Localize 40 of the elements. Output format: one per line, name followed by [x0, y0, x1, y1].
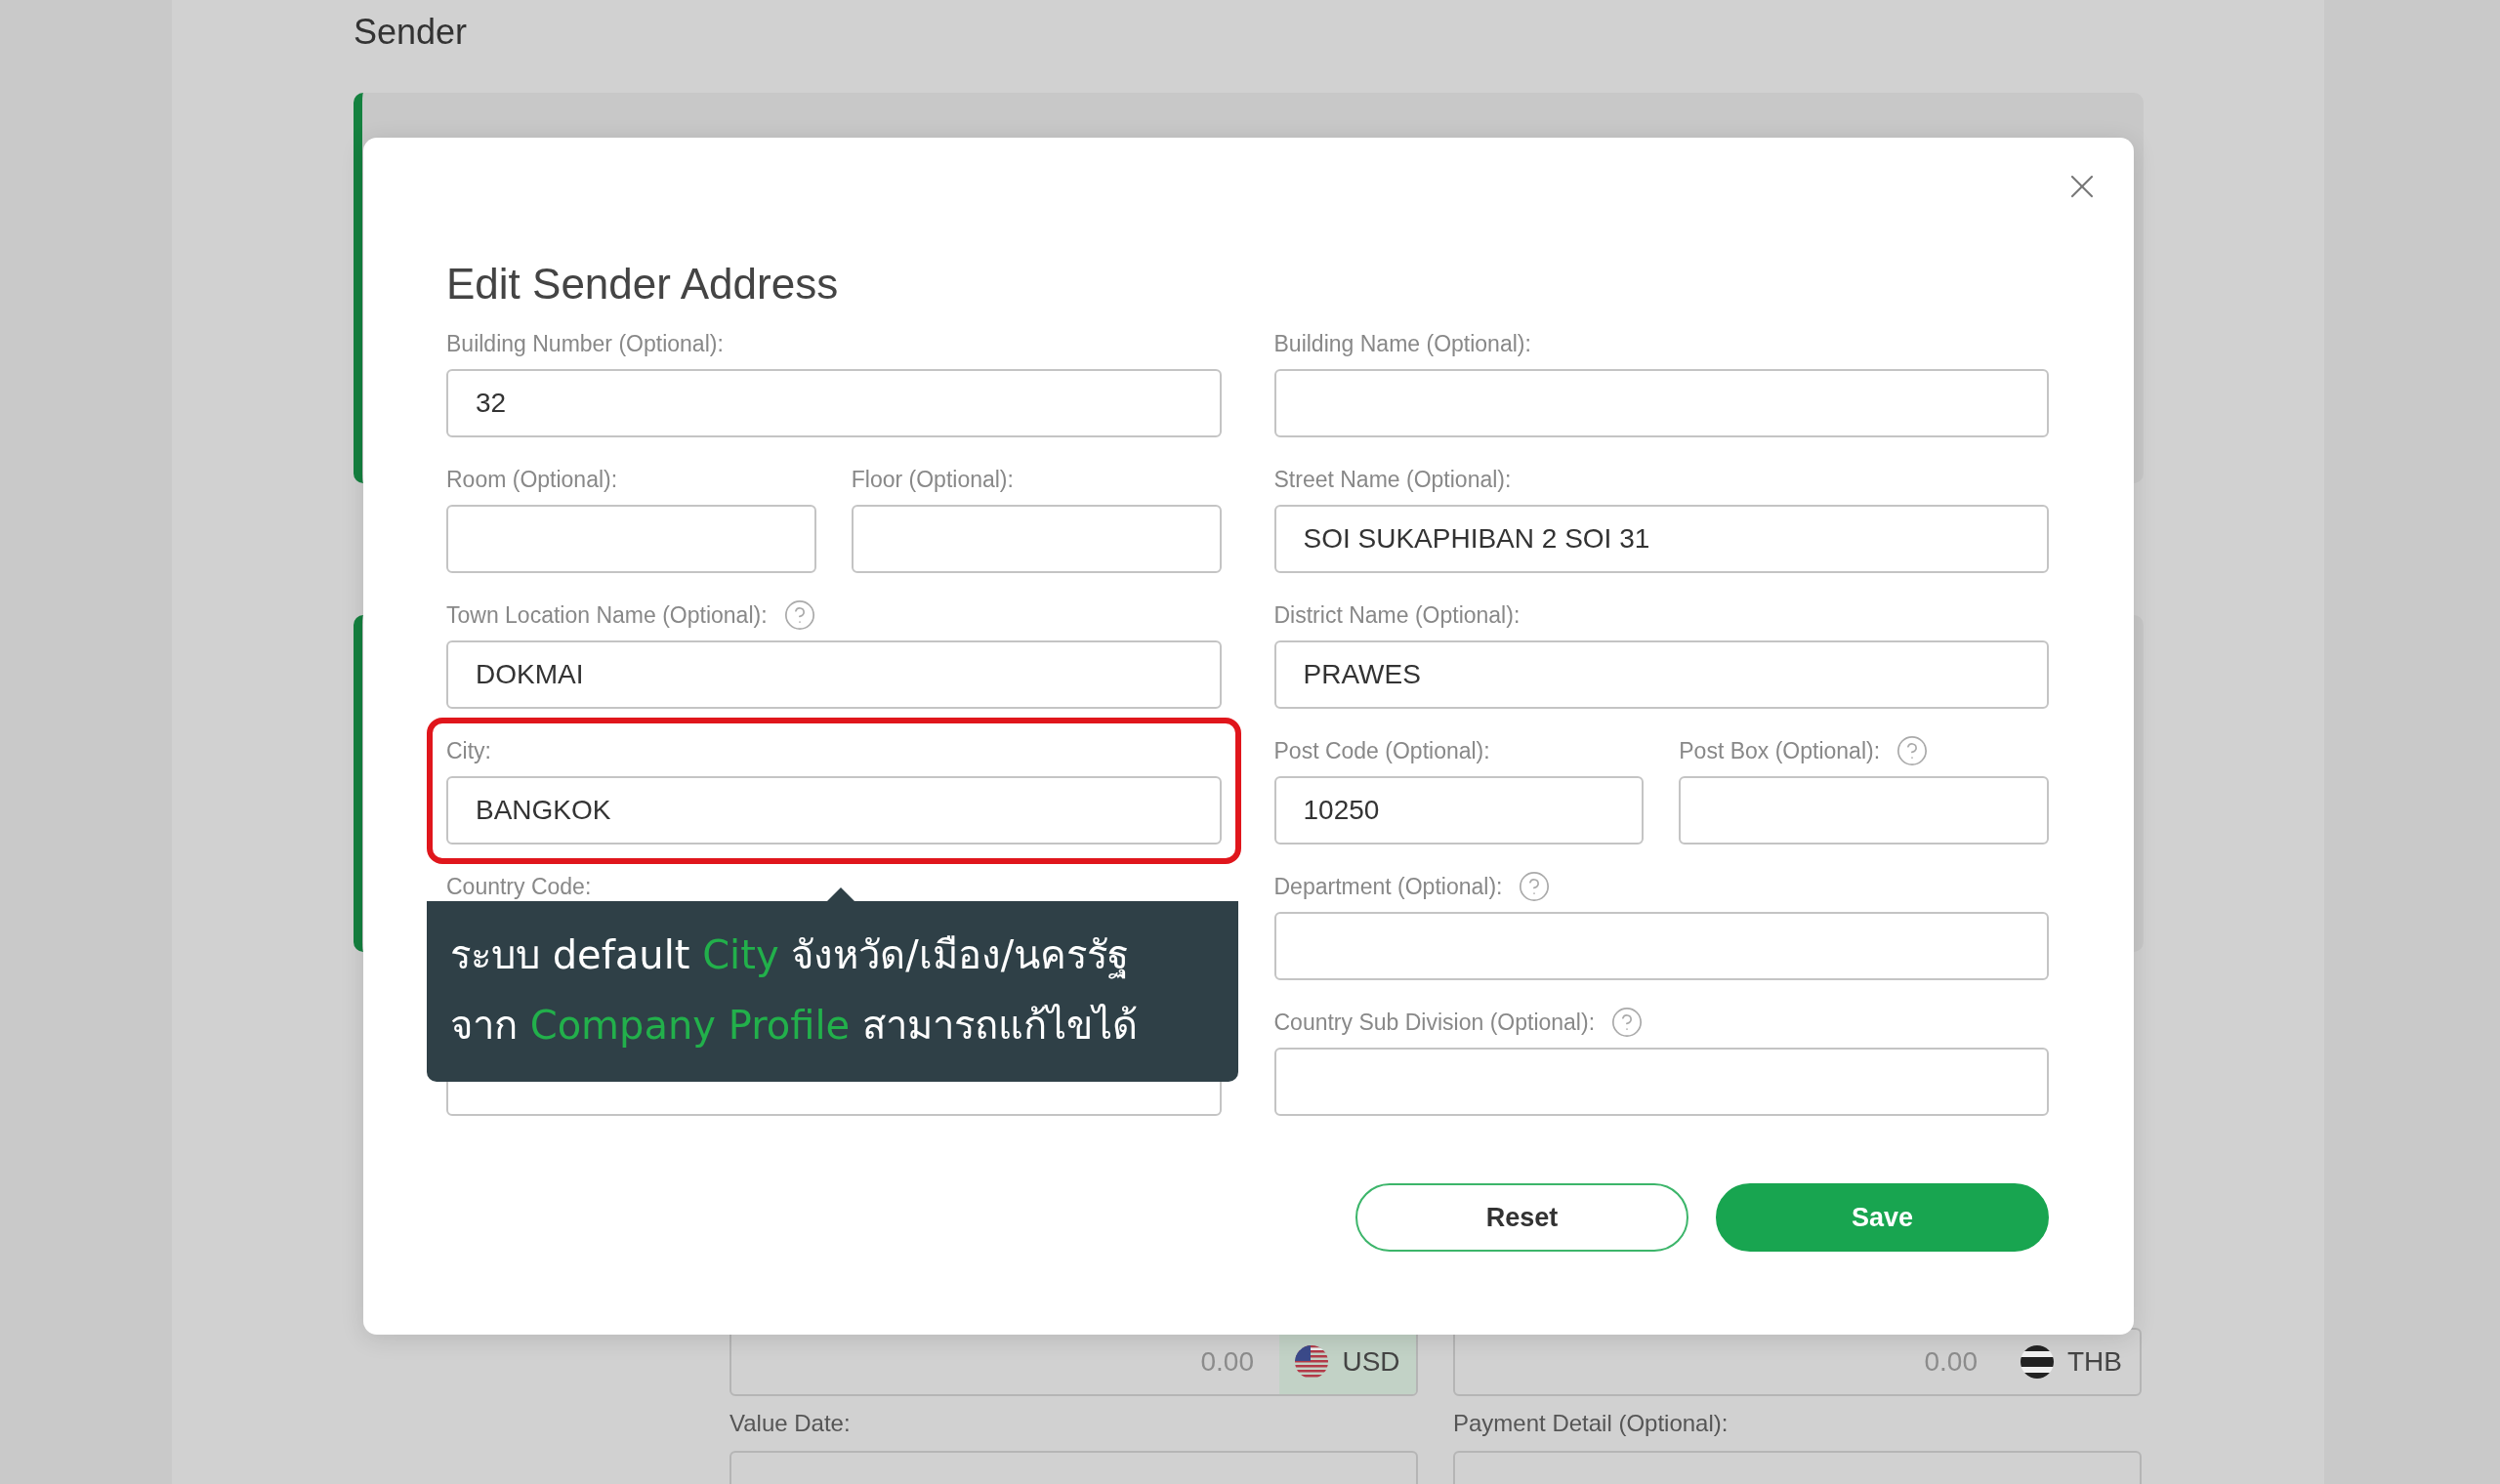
field-label: Town Location Name (Optional):	[446, 601, 768, 629]
field-label: Room (Optional):	[446, 466, 618, 493]
flag-icon	[1295, 1345, 1329, 1379]
text-field[interactable]: DOKMAI	[446, 640, 1222, 709]
field-label: Floor (Optional):	[851, 466, 1014, 493]
flag-icon	[2021, 1345, 2054, 1379]
amount-input[interactable]: 0.00	[731, 1330, 1279, 1394]
field-label: District Name (Optional):	[1273, 601, 1521, 629]
dialog-title: Edit Sender Address	[446, 259, 839, 309]
text-field[interactable]	[851, 505, 1222, 573]
text-field[interactable]	[446, 505, 816, 573]
text-field[interactable]: SOI SUKAPHIBAN 2 SOI 31	[1273, 505, 2049, 573]
field-label: Street Name (Optional):	[1273, 466, 1512, 493]
help-icon[interactable]	[1610, 1006, 1645, 1039]
reset-button[interactable]: Reset	[1355, 1183, 1688, 1252]
currency-label: USD	[1342, 1346, 1400, 1378]
text-field[interactable]: BANGKOK	[446, 776, 1222, 845]
field-label: Department (Optional):	[1273, 873, 1503, 900]
field-label: Value Date:	[729, 1410, 851, 1437]
field-label: Post Box (Optional):	[1679, 737, 1881, 764]
field-label: Country Code:	[446, 873, 592, 900]
field-label: City:	[446, 737, 491, 764]
currency-label: THB	[2067, 1346, 2122, 1378]
help-icon[interactable]	[1896, 734, 1930, 767]
field-label: Payment Detail (Optional):	[1453, 1410, 1729, 1437]
text-field[interactable]: 32	[446, 369, 1222, 437]
help-icon[interactable]	[782, 598, 816, 632]
field-label: Country Sub Division (Optional):	[1273, 1009, 1596, 1036]
text-field[interactable]: 10250	[1273, 776, 1645, 845]
section-title: Sender	[354, 14, 469, 51]
text-field[interactable]: PRAWES	[1273, 640, 2049, 709]
text-field[interactable]	[1679, 776, 2049, 845]
amount-input[interactable]: 0.00	[1455, 1330, 2003, 1394]
text-field[interactable]	[1273, 369, 2049, 437]
field-label: Post Code (Optional):	[1273, 737, 1490, 764]
field-label: Building Number (Optional):	[446, 330, 724, 357]
text-field[interactable]	[1273, 1048, 2049, 1116]
text-field[interactable]	[1273, 912, 2049, 980]
help-icon[interactable]	[1518, 870, 1552, 903]
field-label: Building Name (Optional):	[1273, 330, 1531, 357]
